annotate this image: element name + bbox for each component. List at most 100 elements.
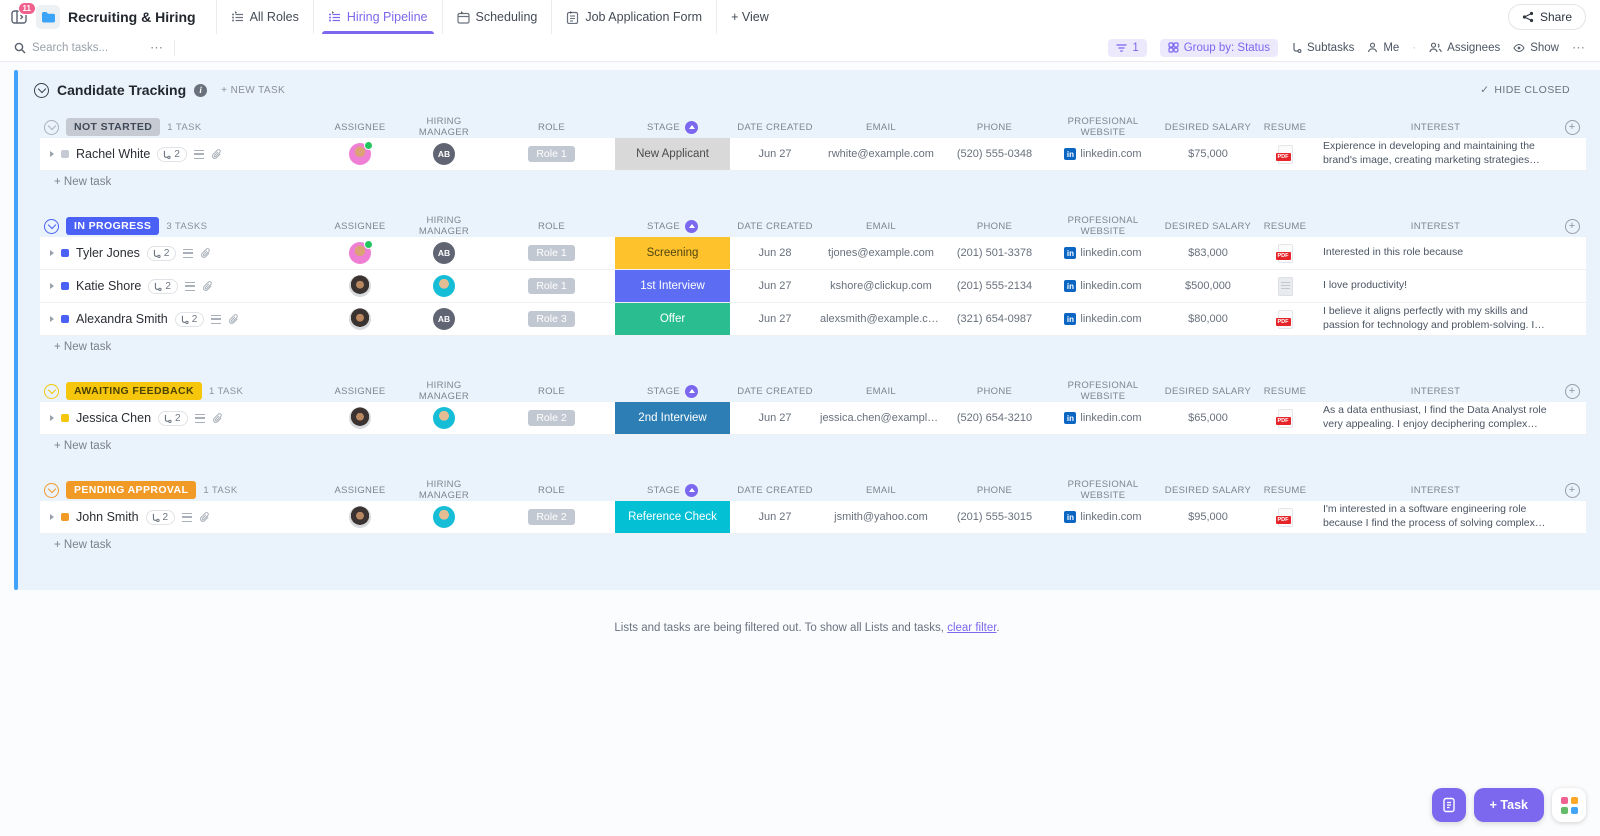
search-box[interactable] bbox=[14, 42, 150, 54]
task-name[interactable]: Jessica Chen bbox=[76, 411, 151, 425]
column-header-salary[interactable]: DESIRED SALARY bbox=[1159, 485, 1257, 496]
column-header-phone[interactable]: PHONE bbox=[942, 485, 1047, 496]
sort-ascending-icon[interactable] bbox=[685, 385, 698, 398]
column-header-resume[interactable]: RESUME bbox=[1257, 386, 1313, 397]
status-square[interactable] bbox=[61, 150, 69, 158]
expand-row-icon[interactable] bbox=[50, 316, 54, 322]
assignee-avatar[interactable] bbox=[349, 242, 371, 264]
new-task-link[interactable]: + NEW TASK bbox=[221, 85, 285, 96]
subtask-count-pill[interactable]: 2 bbox=[148, 279, 178, 294]
interest-cell[interactable]: Expierence in developing and maintaining… bbox=[1323, 140, 1548, 168]
interest-cell[interactable]: Interested in this role because bbox=[1323, 246, 1548, 260]
add-task-button[interactable]: + New task bbox=[40, 336, 1586, 358]
column-header-interest[interactable]: INTEREST bbox=[1313, 122, 1558, 133]
sort-ascending-icon[interactable] bbox=[685, 484, 698, 497]
column-header-resume[interactable]: RESUME bbox=[1257, 485, 1313, 496]
stage-cell[interactable]: Reference Check bbox=[615, 501, 730, 533]
list-title[interactable]: Candidate Tracking bbox=[57, 82, 186, 98]
add-column-button[interactable] bbox=[1565, 219, 1580, 234]
resume-file-icon[interactable] bbox=[1278, 244, 1293, 263]
hiring-manager-avatar[interactable]: AB bbox=[433, 308, 455, 330]
column-header-salary[interactable]: DESIRED SALARY bbox=[1159, 122, 1257, 133]
assignee-avatar[interactable] bbox=[349, 506, 371, 528]
attachment-icon[interactable] bbox=[202, 281, 213, 292]
stage-cell[interactable]: New Applicant bbox=[615, 138, 730, 170]
hiring-manager-avatar[interactable] bbox=[433, 407, 455, 429]
hiring-manager-avatar[interactable]: AB bbox=[433, 242, 455, 264]
search-more-button[interactable]: ⋯ bbox=[150, 40, 164, 56]
salary-cell[interactable]: $95,000 bbox=[1159, 511, 1257, 523]
add-task-button[interactable]: + New task bbox=[40, 435, 1586, 457]
sort-ascending-icon[interactable] bbox=[685, 121, 698, 134]
phone-cell[interactable]: (201) 555-2134 bbox=[942, 280, 1047, 292]
column-header-interest[interactable]: INTEREST bbox=[1313, 386, 1558, 397]
tab-all-roles[interactable]: All Roles bbox=[216, 0, 313, 34]
add-view-button[interactable]: + View bbox=[716, 0, 783, 34]
hiring-manager-avatar[interactable] bbox=[433, 275, 455, 297]
website-cell[interactable]: linkedin.com bbox=[1047, 412, 1159, 424]
date-created-cell[interactable]: Jun 27 bbox=[730, 280, 820, 292]
website-cell[interactable]: linkedin.com bbox=[1047, 148, 1159, 160]
group-status-badge[interactable]: NOT STARTED bbox=[66, 118, 160, 136]
status-square[interactable] bbox=[61, 513, 69, 521]
attachment-icon[interactable] bbox=[228, 314, 239, 325]
salary-cell[interactable]: $500,000 bbox=[1159, 280, 1257, 292]
group-status-badge[interactable]: AWAITING FEEDBACK bbox=[66, 382, 202, 400]
stage-cell[interactable]: 2nd Interview bbox=[615, 402, 730, 434]
stage-cell[interactable]: Screening bbox=[615, 237, 730, 269]
role-badge[interactable]: Role 3 bbox=[528, 311, 574, 327]
share-button[interactable]: Share bbox=[1508, 4, 1586, 30]
task-name[interactable]: Rachel White bbox=[76, 147, 150, 161]
date-created-cell[interactable]: Jun 27 bbox=[730, 313, 820, 325]
sidebar-toggle-icon[interactable]: 11 bbox=[10, 8, 28, 26]
assignee-avatar[interactable] bbox=[349, 407, 371, 429]
add-column-button[interactable] bbox=[1565, 384, 1580, 399]
website-cell[interactable]: linkedin.com bbox=[1047, 313, 1159, 325]
email-cell[interactable]: alexsmith@example.com bbox=[820, 313, 942, 325]
task-name[interactable]: Katie Shore bbox=[76, 279, 141, 293]
status-square[interactable] bbox=[61, 249, 69, 257]
collapse-group-chevron-icon[interactable] bbox=[44, 219, 59, 234]
website-cell[interactable]: linkedin.com bbox=[1047, 280, 1159, 292]
add-task-fab[interactable]: + Task bbox=[1474, 788, 1544, 822]
column-header-assignee[interactable]: ASSIGNEE bbox=[320, 485, 400, 496]
task-name[interactable]: Tyler Jones bbox=[76, 246, 140, 260]
column-header-email[interactable]: EMAIL bbox=[820, 386, 942, 397]
column-header-assignee[interactable]: ASSIGNEE bbox=[320, 221, 400, 232]
date-created-cell[interactable]: Jun 27 bbox=[730, 511, 820, 523]
column-header-website[interactable]: PROFESIONAL WEBSITE bbox=[1047, 215, 1159, 237]
column-header-email[interactable]: EMAIL bbox=[820, 485, 942, 496]
column-header-stage[interactable]: STAGE bbox=[615, 380, 730, 402]
group-by-button[interactable]: Group by: Status bbox=[1160, 39, 1278, 57]
website-cell[interactable]: linkedin.com bbox=[1047, 247, 1159, 259]
group-status-badge[interactable]: IN PROGRESS bbox=[66, 217, 159, 235]
column-header-date-created[interactable]: DATE CREATED bbox=[730, 221, 820, 232]
email-cell[interactable]: jessica.chen@example.com bbox=[820, 412, 942, 424]
column-header-assignee[interactable]: ASSIGNEE bbox=[320, 386, 400, 397]
expand-row-icon[interactable] bbox=[50, 250, 54, 256]
add-task-button[interactable]: + New task bbox=[40, 534, 1586, 556]
column-header-salary[interactable]: DESIRED SALARY bbox=[1159, 386, 1257, 397]
interest-cell[interactable]: As a data enthusiast, I find the Data An… bbox=[1323, 404, 1548, 432]
column-header-role[interactable]: ROLE bbox=[488, 122, 615, 133]
column-header-role[interactable]: ROLE bbox=[488, 485, 615, 496]
add-column-button[interactable] bbox=[1565, 483, 1580, 498]
column-header-stage[interactable]: STAGE bbox=[615, 116, 730, 138]
date-created-cell[interactable]: Jun 28 bbox=[730, 247, 820, 259]
column-header-stage[interactable]: STAGE bbox=[615, 215, 730, 237]
salary-cell[interactable]: $80,000 bbox=[1159, 313, 1257, 325]
assignee-avatar[interactable] bbox=[349, 275, 371, 297]
me-button[interactable]: Me bbox=[1367, 42, 1399, 54]
info-icon[interactable]: i bbox=[194, 84, 207, 97]
description-icon[interactable] bbox=[195, 414, 205, 423]
add-column-button[interactable] bbox=[1565, 120, 1580, 135]
subtask-count-pill[interactable]: 2 bbox=[147, 246, 177, 261]
description-icon[interactable] bbox=[194, 150, 204, 159]
search-input[interactable] bbox=[32, 42, 142, 54]
column-header-hiring-manager[interactable]: HIRING MANAGER bbox=[400, 116, 488, 138]
interest-cell[interactable]: I'm interested in a software engineering… bbox=[1323, 503, 1548, 531]
show-button[interactable]: Show bbox=[1513, 42, 1559, 54]
attachment-icon[interactable] bbox=[211, 149, 222, 160]
subtasks-button[interactable]: Subtasks bbox=[1291, 42, 1354, 54]
assignee-avatar[interactable] bbox=[349, 143, 371, 165]
